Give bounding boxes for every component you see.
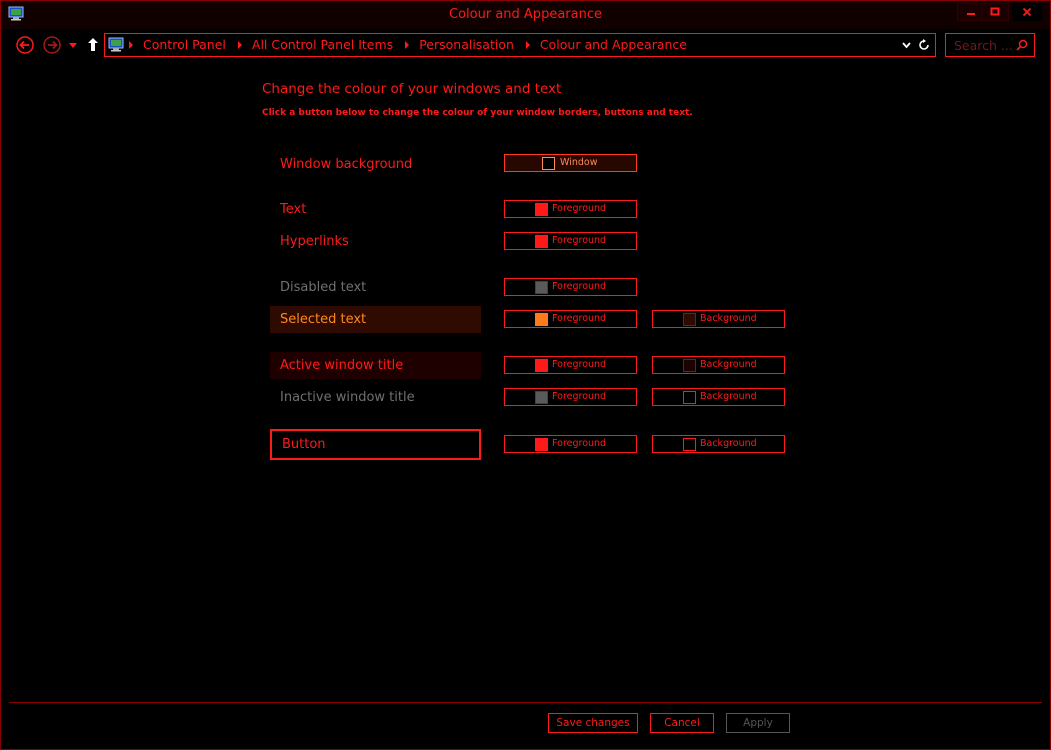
text-foreground-button[interactable]: Foreground [504,200,637,218]
breadcrumb: Control Panel All Control Panel Items Pe… [129,37,699,52]
color-swatch [535,391,548,404]
minimize-icon [967,13,975,15]
color-swatch [683,313,696,326]
page-subtitle: Click a button below to change the colou… [262,108,693,118]
button-label: Foreground [552,438,607,449]
back-arrow-icon[interactable] [16,36,34,54]
search-box[interactable] [945,33,1035,57]
button-label: Window [560,157,598,168]
text-label[interactable]: Text [270,196,481,223]
breadcrumb-separator-icon[interactable] [525,40,530,49]
button-label: Background [700,359,757,370]
color-swatch [535,235,548,248]
color-swatch [535,203,548,216]
color-swatch [683,359,696,372]
inactive-window-title-foreground-button[interactable]: Foreground [504,388,637,406]
button-label: Foreground [552,359,607,370]
up-arrow-icon[interactable] [87,37,99,52]
button-label: Foreground [552,313,607,324]
button-label: Foreground [552,391,607,402]
color-swatch [683,391,696,404]
search-input[interactable] [946,34,1018,56]
inactive-window-title-background-button[interactable]: Background [652,388,785,406]
button-label-sample[interactable]: Button [270,429,481,460]
button-foreground-button[interactable]: Foreground [504,435,637,453]
button-label: Background [700,438,757,449]
selected-text-background-button[interactable]: Background [652,310,785,328]
title-bar: Colour and Appearance [1,1,1050,29]
selected-text-foreground-button[interactable]: Foreground [504,310,637,328]
color-swatch [535,438,548,451]
button-background-button[interactable]: Background [652,435,785,453]
color-swatch [683,438,696,451]
apply-button[interactable]: Apply [726,713,790,733]
footer-divider [9,702,1042,703]
breadcrumb-separator-icon[interactable] [129,40,133,49]
maximize-icon [990,7,1000,16]
save-changes-button[interactable]: Save changes [548,713,638,733]
button-label: Background [700,313,757,324]
close-button[interactable] [1012,3,1042,21]
inactive-window-title-label[interactable]: Inactive window title [270,384,481,411]
window-background-label[interactable]: Window background [270,151,481,178]
maximize-button[interactable] [981,3,1009,21]
active-window-title-background-button[interactable]: Background [652,356,785,374]
control-panel-icon [108,37,124,52]
color-swatch [535,313,548,326]
forward-arrow-icon[interactable] [43,36,61,54]
active-window-title-foreground-button[interactable]: Foreground [504,356,637,374]
hyperlinks-foreground-button[interactable]: Foreground [504,232,637,250]
breadcrumb-control-panel[interactable]: Control Panel [143,37,226,52]
active-window-title-label[interactable]: Active window title [270,352,481,379]
color-swatch [535,281,548,294]
hyperlinks-label[interactable]: Hyperlinks [270,228,481,255]
refresh-icon[interactable] [918,39,930,51]
close-icon [1022,7,1032,17]
selected-text-label[interactable]: Selected text [270,306,481,333]
breadcrumb-colour-and-appearance[interactable]: Colour and Appearance [540,37,687,52]
recent-locations-dropdown-icon[interactable] [68,41,78,49]
color-swatch [542,157,555,170]
breadcrumb-all-control-panel-items[interactable]: All Control Panel Items [252,37,393,52]
window-title: Colour and Appearance [449,7,602,22]
color-swatch [535,359,548,372]
address-bar[interactable]: Control Panel All Control Panel Items Pe… [104,33,936,57]
button-label: Background [700,391,757,402]
breadcrumb-separator-icon[interactable] [237,40,242,49]
page-title: Change the colour of your windows and te… [262,81,562,97]
chevron-down-icon[interactable] [902,41,911,49]
disabled-text-foreground-button[interactable]: Foreground [504,278,637,296]
window-background-button[interactable]: Window [504,154,637,172]
cancel-button[interactable]: Cancel [650,713,714,733]
button-label: Foreground [552,281,607,292]
window: Colour and Appearance Control Panel All … [0,0,1051,750]
breadcrumb-separator-icon[interactable] [405,40,410,49]
button-label: Foreground [552,203,607,214]
breadcrumb-personalisation[interactable]: Personalisation [419,37,514,52]
button-label: Foreground [552,235,607,246]
search-icon[interactable] [1016,39,1028,51]
disabled-text-label[interactable]: Disabled text [270,274,481,301]
